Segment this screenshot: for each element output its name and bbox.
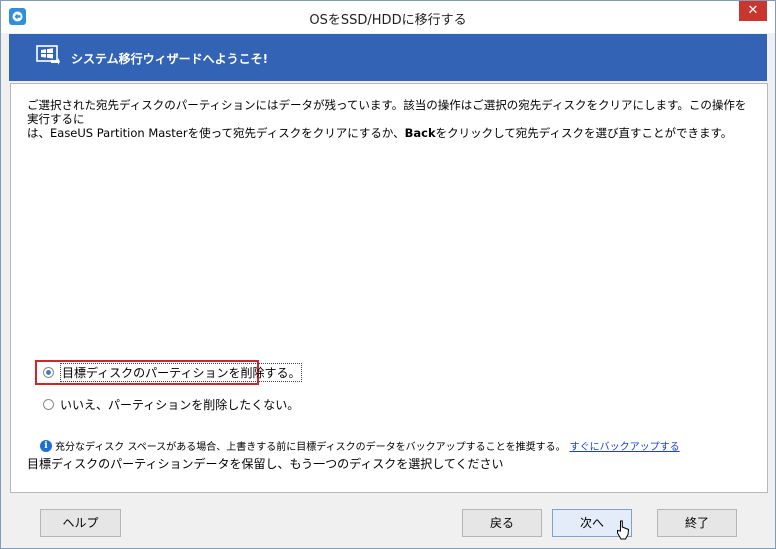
back-button[interactable]: 戻る [462,509,542,537]
message-text-tail: をクリックして宛先ディスクを選び直すことができます。 [435,126,733,140]
warning-message: ご選択された宛先ディスクのパーティションにはデータが残っています。該当の操作はご… [27,98,757,140]
delete-partitions-option[interactable]: 目標ディスクのパーティションを削除する。 [43,362,303,382]
delete-partitions-label[interactable]: 目標ディスクのパーティションを削除する。 [60,362,303,382]
backup-info: i 充分なディスク スペースがある場合、上書きする前に目標ディスクのデータをバッ… [40,438,680,453]
close-button[interactable]: ✕ [739,1,767,21]
backup-info-text: 充分なディスク スペースがある場合、上書きする前に目標ディスクのデータをバックア… [55,442,566,453]
info-icon: i [40,439,52,452]
message-bold-back: Back [404,126,436,140]
finish-button[interactable]: 終了 [657,509,737,537]
delete-partitions-radio[interactable] [43,366,54,378]
wizard-title: システム移行ウィザードへようこそ! [71,52,269,66]
windows-migrate-icon [36,45,60,67]
message-line-1: ご選択された宛先ディスクのパーティションにはデータが残っています。該当の操作はご… [27,98,747,126]
title-bar: OSをSSD/HDDに移行する ✕ [1,1,775,33]
message-text: は、EaseUS Partition Masterを使って宛先ディスクをクリアに… [27,126,405,140]
backup-now-link[interactable]: すぐにバックアップする [570,438,680,453]
dialog-window: OSをSSD/HDDに移行する ✕ システム移行ウィザードへようこそ! ご選択さ… [0,0,776,549]
keep-partitions-radio[interactable] [43,398,54,410]
keep-disk-text: 目標ディスクのパーティションデータを保留し、もう一つのディスクを選択してください [27,457,504,471]
keep-partitions-option[interactable]: いいえ、パーティションを削除したくない。 [43,394,299,414]
wizard-banner: システム移行ウィザードへようこそ! [9,34,767,81]
message-line-2: は、EaseUS Partition Masterを使って宛先ディスクをクリアに… [27,126,757,140]
keep-partitions-label[interactable]: いいえ、パーティションを削除したくない。 [60,396,299,413]
close-icon: ✕ [747,3,759,18]
help-button[interactable]: ヘルプ [40,509,121,537]
window-title: OSをSSD/HDDに移行する [309,13,467,28]
content-panel: ご選択された宛先ディスクのパーティションにはデータが残っています。該当の操作はご… [10,83,768,493]
mouse-cursor-icon [616,520,630,540]
